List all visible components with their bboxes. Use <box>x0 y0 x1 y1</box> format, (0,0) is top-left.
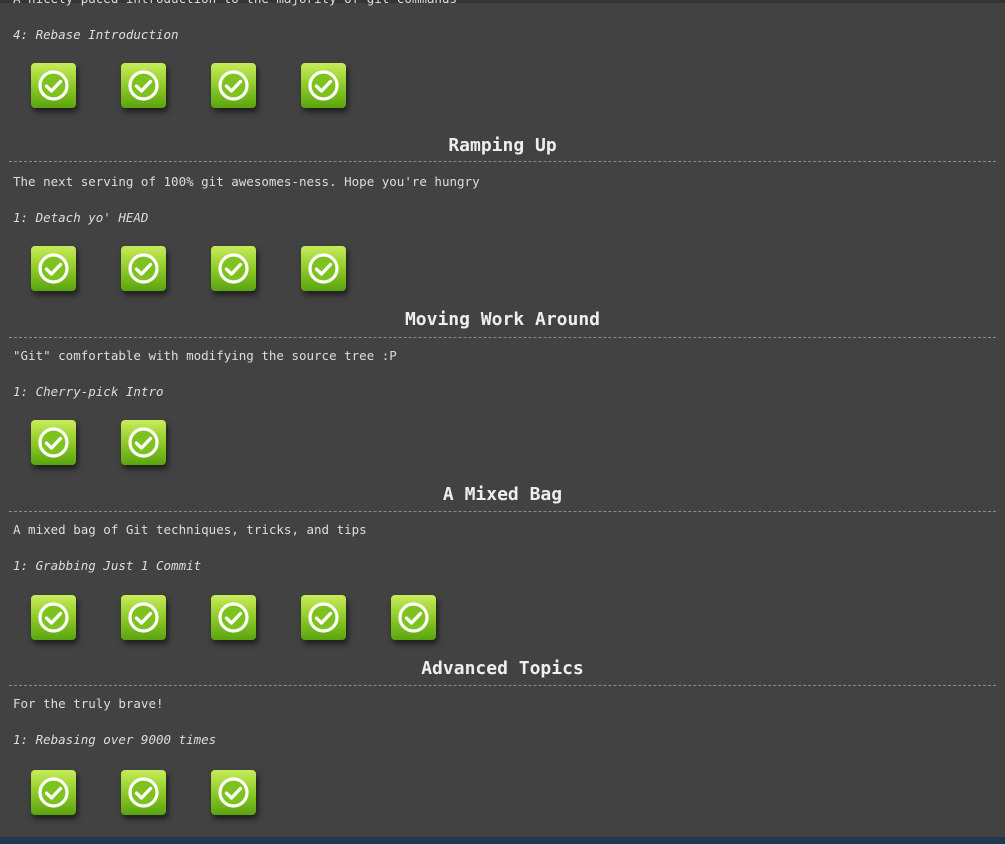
sequence-description: The next serving of 100% git awesomes-ne… <box>13 174 480 189</box>
selected-level-name: 1: Detach yo' HEAD <box>13 210 149 225</box>
level-button-3[interactable] <box>211 595 256 640</box>
checkmark-circle-icon <box>128 602 159 633</box>
checkmark-circle-icon <box>308 602 339 633</box>
checkmark-circle-icon <box>218 602 249 633</box>
bottom-bar <box>0 837 1005 844</box>
level-button-2[interactable] <box>121 246 166 291</box>
selected-level-name: 1: Cherry-pick Intro <box>13 384 164 399</box>
selected-level-name: 1: Rebasing over 9000 times <box>13 732 217 747</box>
checkmark-circle-icon <box>308 253 339 284</box>
checkmark-circle-icon <box>218 777 249 808</box>
level-button-3[interactable] <box>211 770 256 815</box>
sequence-description: A nicely paced introduction to the major… <box>13 0 457 7</box>
checkmark-circle-icon <box>398 602 429 633</box>
level-button-3[interactable] <box>211 63 256 108</box>
level-button-4[interactable] <box>301 63 346 108</box>
sequence-title: A Mixed Bag <box>442 484 563 505</box>
checkmark-circle-icon <box>308 70 339 101</box>
sequence-title: Moving Work Around <box>404 309 601 330</box>
level-button-1[interactable] <box>31 770 76 815</box>
selected-level-name: 4: Rebase Introduction <box>13 27 179 42</box>
level-button-2[interactable] <box>121 63 166 108</box>
level-button-1[interactable] <box>31 420 76 465</box>
level-button-3[interactable] <box>211 246 256 291</box>
level-button-4[interactable] <box>301 595 346 640</box>
checkmark-circle-icon <box>128 427 159 458</box>
sequence-divider <box>9 685 996 686</box>
checkmark-circle-icon <box>38 777 69 808</box>
sequence-title: Advanced Topics <box>421 658 584 679</box>
selected-level-name: 1: Grabbing Just 1 Commit <box>13 558 202 573</box>
level-button-2[interactable] <box>121 595 166 640</box>
level-button-5[interactable] <box>391 595 436 640</box>
checkmark-circle-icon <box>128 777 159 808</box>
sequence-description: "Git" comfortable with modifying the sou… <box>13 348 397 363</box>
checkmark-circle-icon <box>38 602 69 633</box>
checkmark-circle-icon <box>218 253 249 284</box>
checkmark-circle-icon <box>38 427 69 458</box>
checkmark-circle-icon <box>38 70 69 101</box>
sequence-description: For the truly brave! <box>13 696 164 711</box>
level-button-4[interactable] <box>301 246 346 291</box>
level-button-1[interactable] <box>31 63 76 108</box>
level-button-1[interactable] <box>31 595 76 640</box>
checkmark-circle-icon <box>128 70 159 101</box>
sequence-title: Ramping Up <box>448 135 557 156</box>
level-button-2[interactable] <box>121 420 166 465</box>
level-button-1[interactable] <box>31 246 76 291</box>
sequence-divider <box>9 337 996 338</box>
sequence-description: A mixed bag of Git techniques, tricks, a… <box>13 522 367 537</box>
sequence-divider <box>9 511 996 512</box>
level-button-2[interactable] <box>121 770 166 815</box>
checkmark-circle-icon <box>128 253 159 284</box>
checkmark-circle-icon <box>218 70 249 101</box>
checkmark-circle-icon <box>38 253 69 284</box>
sequence-divider <box>9 161 996 162</box>
